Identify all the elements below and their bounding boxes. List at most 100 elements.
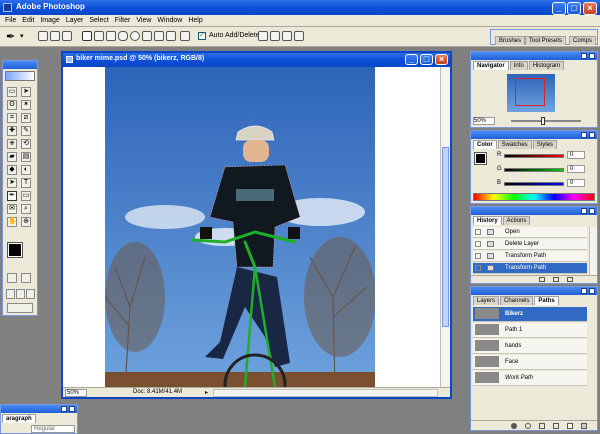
menu-view[interactable]: View: [133, 15, 154, 26]
fill-path-icon[interactable]: [511, 423, 517, 429]
navigator-title-bar[interactable]: [471, 52, 597, 60]
vertical-scroll-thumb[interactable]: [442, 147, 449, 327]
brush-tool-icon[interactable]: ✎: [21, 126, 31, 136]
history-state[interactable]: Open: [473, 227, 587, 238]
tab-brushes[interactable]: Brushes: [495, 36, 526, 45]
path-item[interactable]: Work Path: [473, 371, 587, 386]
navigator-zoom-slider[interactable]: [511, 120, 581, 122]
history-scrollbar[interactable]: [589, 227, 597, 275]
eraser-tool-icon[interactable]: ▰: [7, 152, 17, 162]
history-brush-source-icon[interactable]: [475, 229, 481, 235]
history-brush-source-icon[interactable]: [475, 265, 481, 271]
doc-maximize-button[interactable]: □: [420, 54, 433, 65]
new-path-icon[interactable]: [567, 423, 573, 429]
font-style-field[interactable]: Regular: [31, 425, 75, 433]
adobe-online-icon[interactable]: [5, 71, 35, 81]
healing-brush-tool-icon[interactable]: ✚: [7, 126, 17, 136]
screen-mode-full-icon[interactable]: [26, 289, 35, 299]
paths-minimize-icon[interactable]: [581, 288, 587, 294]
rounded-rectangle-icon[interactable]: [118, 31, 128, 41]
line-icon[interactable]: [154, 31, 164, 41]
tab-info[interactable]: Info: [509, 61, 528, 70]
history-title-bar[interactable]: [471, 207, 597, 215]
color-foreground-swatch[interactable]: [474, 152, 487, 165]
menu-file[interactable]: File: [2, 15, 19, 26]
gradient-tool-icon[interactable]: ▤: [21, 152, 31, 162]
preset-dropdown-icon[interactable]: ▾: [20, 32, 24, 40]
tab-layers[interactable]: Layers: [473, 296, 500, 305]
slice-tool-icon[interactable]: ⧄: [21, 113, 31, 123]
fill-pixels-icon[interactable]: [62, 31, 72, 41]
delete-state-icon[interactable]: [567, 277, 573, 282]
move-tool-icon[interactable]: ➤: [21, 87, 31, 97]
history-state[interactable]: Transform Path: [473, 263, 587, 274]
auto-add-delete-checkbox[interactable]: ✓: [198, 32, 206, 40]
tab-paragraph[interactable]: aragraph: [2, 414, 36, 423]
doc-horizontal-scrollbar[interactable]: [213, 389, 438, 397]
history-close-icon[interactable]: [589, 208, 595, 214]
document-title-bar[interactable]: biker mime.psd @ 50% (bikerz, RGB/8) _ □…: [63, 53, 450, 67]
path-item[interactable]: Face: [473, 355, 587, 370]
delete-path-icon[interactable]: [581, 423, 587, 429]
doc-minimize-button[interactable]: _: [405, 54, 418, 65]
menu-image[interactable]: Image: [37, 15, 62, 26]
tab-histogram[interactable]: Histogram: [528, 61, 565, 70]
channel-b-value[interactable]: 0: [567, 179, 585, 187]
history-brush-tool-icon[interactable]: ⟲: [21, 139, 31, 149]
tab-styles[interactable]: Styles: [532, 140, 558, 149]
color-close-icon[interactable]: [589, 132, 595, 138]
tab-channels[interactable]: Channels: [500, 296, 534, 305]
tab-comps[interactable]: Comps: [569, 36, 597, 45]
menu-window[interactable]: Window: [154, 15, 185, 26]
notes-tool-icon[interactable]: ✉: [7, 204, 17, 214]
freeform-pen-icon[interactable]: [94, 31, 104, 41]
magic-wand-tool-icon[interactable]: ✶: [21, 100, 31, 110]
history-brush-source-icon[interactable]: [475, 253, 481, 259]
lasso-tool-icon[interactable]: ʘ: [7, 100, 17, 110]
history-brush-source-icon[interactable]: [475, 241, 481, 247]
polygon-icon[interactable]: [142, 31, 152, 41]
document-zoom-field[interactable]: 50%: [65, 389, 87, 397]
make-work-path-icon[interactable]: [553, 423, 559, 429]
color-spectrum-ramp[interactable]: [473, 193, 595, 201]
new-document-from-state-icon[interactable]: [539, 277, 545, 282]
character-close-icon[interactable]: [69, 406, 75, 412]
marquee-tool-icon[interactable]: ▭: [7, 87, 17, 97]
paths-close-icon[interactable]: [589, 288, 595, 294]
paths-mode-icon[interactable]: [50, 31, 60, 41]
menu-help[interactable]: Help: [185, 15, 205, 26]
close-button[interactable]: ×: [583, 2, 597, 15]
color-minimize-icon[interactable]: [581, 132, 587, 138]
document-info[interactable]: Doc: 8.41M/41.4M: [133, 389, 182, 395]
character-title-bar[interactable]: [1, 405, 77, 413]
doc-info-arrow-icon[interactable]: ▸: [205, 389, 208, 396]
jump-to-imageready-icon[interactable]: [7, 303, 33, 313]
eyedropper-tool-icon[interactable]: ⌕: [21, 204, 31, 214]
menu-layer[interactable]: Layer: [63, 15, 87, 26]
navigator-close-icon[interactable]: [589, 53, 595, 59]
channel-b-slider[interactable]: [504, 182, 564, 186]
navigator-zoom-field[interactable]: 50%: [473, 117, 495, 125]
channel-g-slider[interactable]: [504, 168, 564, 172]
channel-r-slider[interactable]: [504, 154, 564, 158]
pen-tool-preset-icon[interactable]: ✒: [6, 30, 15, 43]
hand-tool-icon[interactable]: ✋: [7, 217, 17, 227]
menu-edit[interactable]: Edit: [19, 15, 37, 26]
custom-shape-icon[interactable]: [166, 31, 176, 41]
type-tool-icon[interactable]: T: [21, 178, 31, 188]
path-subtract-icon[interactable]: [270, 31, 280, 41]
minimize-button[interactable]: _: [552, 2, 566, 15]
crop-tool-icon[interactable]: ⌗: [7, 113, 17, 123]
create-snapshot-icon[interactable]: [553, 277, 559, 282]
tab-actions[interactable]: Actions: [502, 216, 531, 225]
character-minimize-icon[interactable]: [61, 406, 67, 412]
path-item[interactable]: Path 1: [473, 323, 587, 338]
path-selection-tool-icon[interactable]: ➤: [7, 178, 17, 188]
path-intersect-icon[interactable]: [282, 31, 292, 41]
color-title-bar[interactable]: [471, 131, 597, 139]
doc-vertical-scrollbar[interactable]: [440, 67, 450, 387]
channel-g-value[interactable]: 0: [567, 165, 585, 173]
pen-icon[interactable]: [82, 31, 92, 41]
menu-select[interactable]: Select: [86, 15, 111, 26]
tab-paths[interactable]: Paths: [534, 296, 559, 305]
